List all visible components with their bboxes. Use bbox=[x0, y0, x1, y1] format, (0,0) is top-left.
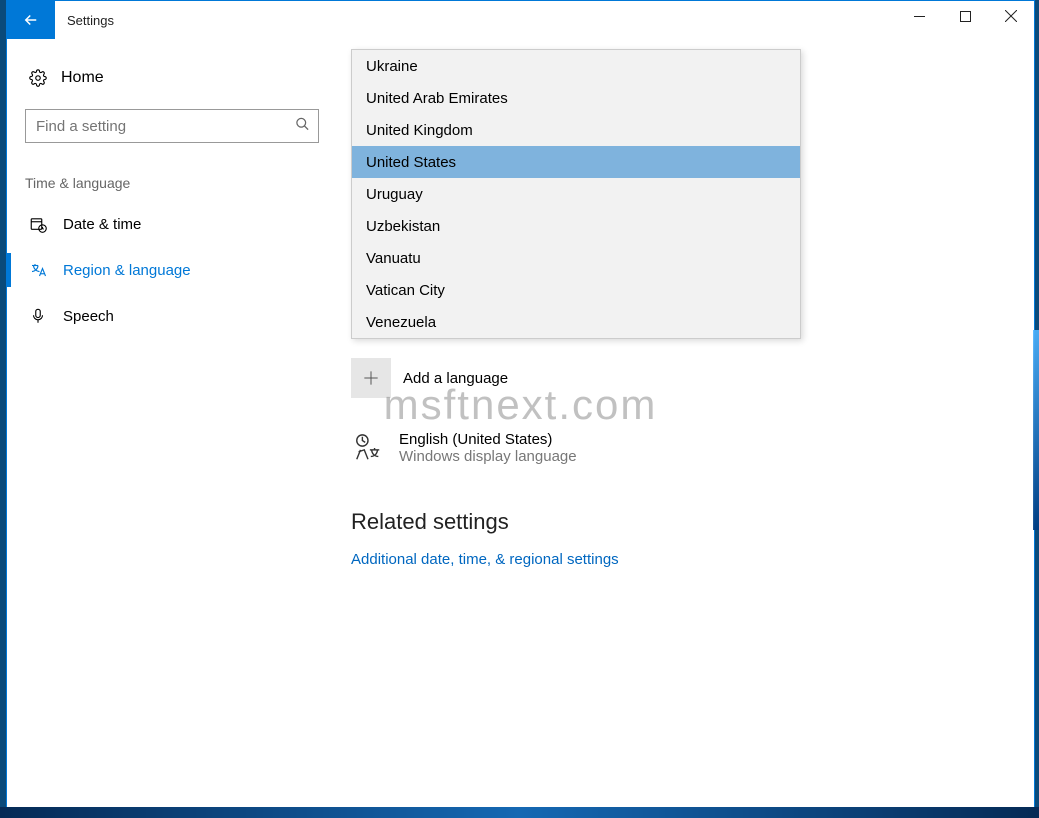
dropdown-option[interactable]: Vatican City bbox=[352, 274, 800, 306]
dropdown-option[interactable]: Vanuatu bbox=[352, 242, 800, 274]
close-icon bbox=[1005, 10, 1017, 22]
language-text: English (United States) Windows display … bbox=[399, 431, 577, 465]
home-label: Home bbox=[61, 69, 104, 87]
search-container bbox=[7, 93, 337, 143]
minimize-button[interactable] bbox=[896, 1, 942, 31]
search-input[interactable] bbox=[26, 110, 302, 142]
dropdown-option[interactable]: United Kingdom bbox=[352, 114, 800, 146]
maximize-button[interactable] bbox=[942, 1, 988, 31]
close-button[interactable] bbox=[988, 1, 1034, 31]
gear-icon bbox=[27, 69, 49, 87]
microphone-icon bbox=[27, 307, 49, 325]
language-icon bbox=[27, 261, 49, 279]
nav-item-date-time[interactable]: Date & time bbox=[7, 201, 337, 247]
arrow-left-icon bbox=[22, 11, 40, 29]
country-dropdown[interactable]: Ukraine United Arab Emirates United King… bbox=[351, 49, 801, 339]
nav-label: Region & language bbox=[63, 262, 191, 279]
search-icon bbox=[295, 117, 310, 136]
language-name: English (United States) bbox=[399, 431, 577, 448]
language-pack-icon bbox=[351, 431, 385, 463]
nav-item-region-language[interactable]: Region & language bbox=[7, 247, 337, 293]
window-body: Home Time & language Date & time bbox=[7, 39, 1034, 808]
desktop-edge-right bbox=[1033, 330, 1039, 530]
add-language-row[interactable]: Add a language bbox=[351, 357, 619, 399]
settings-window: Settings Home bbox=[6, 0, 1035, 809]
calendar-clock-icon bbox=[27, 215, 49, 233]
window-title: Settings bbox=[55, 1, 114, 39]
current-language-row[interactable]: English (United States) Windows display … bbox=[351, 431, 619, 465]
related-settings-heading: Related settings bbox=[351, 509, 619, 535]
language-section: Add a language English (United States) W… bbox=[351, 357, 619, 568]
additional-settings-link[interactable]: Additional date, time, & regional settin… bbox=[351, 551, 619, 568]
nav-item-speech[interactable]: Speech bbox=[7, 293, 337, 339]
home-button[interactable]: Home bbox=[7, 63, 337, 93]
window-controls bbox=[896, 1, 1034, 31]
content-area: Ukraine United Arab Emirates United King… bbox=[337, 39, 1034, 808]
dropdown-option-selected[interactable]: United States bbox=[352, 146, 800, 178]
minimize-icon bbox=[914, 11, 925, 22]
dropdown-option[interactable]: Uzbekistan bbox=[352, 210, 800, 242]
section-heading: Time & language bbox=[7, 143, 337, 201]
nav-label: Speech bbox=[63, 308, 114, 325]
back-button[interactable] bbox=[7, 1, 55, 39]
add-language-label: Add a language bbox=[403, 370, 508, 387]
add-language-button[interactable] bbox=[351, 358, 391, 398]
search-box[interactable] bbox=[25, 109, 319, 143]
dropdown-option[interactable]: United Arab Emirates bbox=[352, 82, 800, 114]
language-subtitle: Windows display language bbox=[399, 448, 577, 465]
sidebar: Home Time & language Date & time bbox=[7, 39, 337, 808]
dropdown-option[interactable]: Ukraine bbox=[352, 50, 800, 82]
plus-icon bbox=[361, 368, 381, 388]
nav-label: Date & time bbox=[63, 216, 141, 233]
desktop-edge-bottom bbox=[0, 807, 1039, 818]
titlebar: Settings bbox=[7, 1, 1034, 39]
maximize-icon bbox=[960, 11, 971, 22]
dropdown-option[interactable]: Uruguay bbox=[352, 178, 800, 210]
dropdown-option[interactable]: Venezuela bbox=[352, 306, 800, 338]
